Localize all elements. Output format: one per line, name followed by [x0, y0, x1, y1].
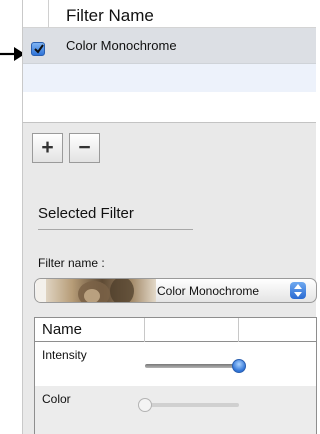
up-down-arrows-icon: [294, 284, 302, 297]
column-separator: [144, 318, 145, 342]
filter-row-label: Color Monochrome: [66, 38, 177, 53]
filter-name-label: Filter name :: [38, 256, 105, 270]
empty-filter-row[interactable]: [23, 64, 316, 92]
parameters-header[interactable]: Name: [35, 318, 316, 342]
slider-knob[interactable]: [138, 398, 152, 412]
filter-list-table[interactable]: Filter Name Color Monochrome: [22, 0, 316, 122]
checkmark-icon: [34, 44, 44, 54]
parameter-row: Color: [35, 386, 316, 434]
column-separator: [238, 318, 239, 342]
plus-icon: +: [41, 136, 54, 159]
filter-name-popup[interactable]: Color Monochrome: [34, 278, 317, 303]
column-separator: [48, 0, 49, 28]
slider-knob[interactable]: [232, 359, 246, 373]
color-slider[interactable]: [138, 398, 239, 412]
section-divider: [38, 229, 193, 230]
filter-name-column-header[interactable]: Filter Name: [66, 6, 154, 26]
name-column-header[interactable]: Name: [42, 321, 82, 338]
filter-name-popup-value: Color Monochrome: [157, 284, 260, 298]
filter-parameters-table: Name Intensity Color: [34, 317, 317, 434]
filter-enabled-checkbox[interactable]: [31, 42, 45, 56]
filter-row[interactable]: Color Monochrome: [23, 28, 316, 64]
slider-track: [145, 403, 239, 407]
intensity-slider[interactable]: [145, 359, 246, 373]
parameter-row: Intensity: [35, 342, 316, 386]
parameter-label: Intensity: [42, 348, 87, 362]
remove-filter-button[interactable]: −: [69, 133, 100, 163]
section-title: Selected Filter: [38, 205, 134, 222]
empty-filter-row[interactable]: [23, 92, 316, 122]
filter-inspector-panel: + − Selected Filter Filter name : Color …: [22, 122, 317, 434]
parameter-label: Color: [42, 392, 71, 406]
slider-track: [145, 364, 239, 368]
minus-icon: −: [78, 136, 91, 159]
add-filter-button[interactable]: +: [32, 133, 63, 163]
filter-list-header[interactable]: Filter Name: [23, 0, 316, 28]
filter-preview-thumbnail: [36, 279, 156, 302]
popup-stepper[interactable]: [290, 282, 306, 299]
